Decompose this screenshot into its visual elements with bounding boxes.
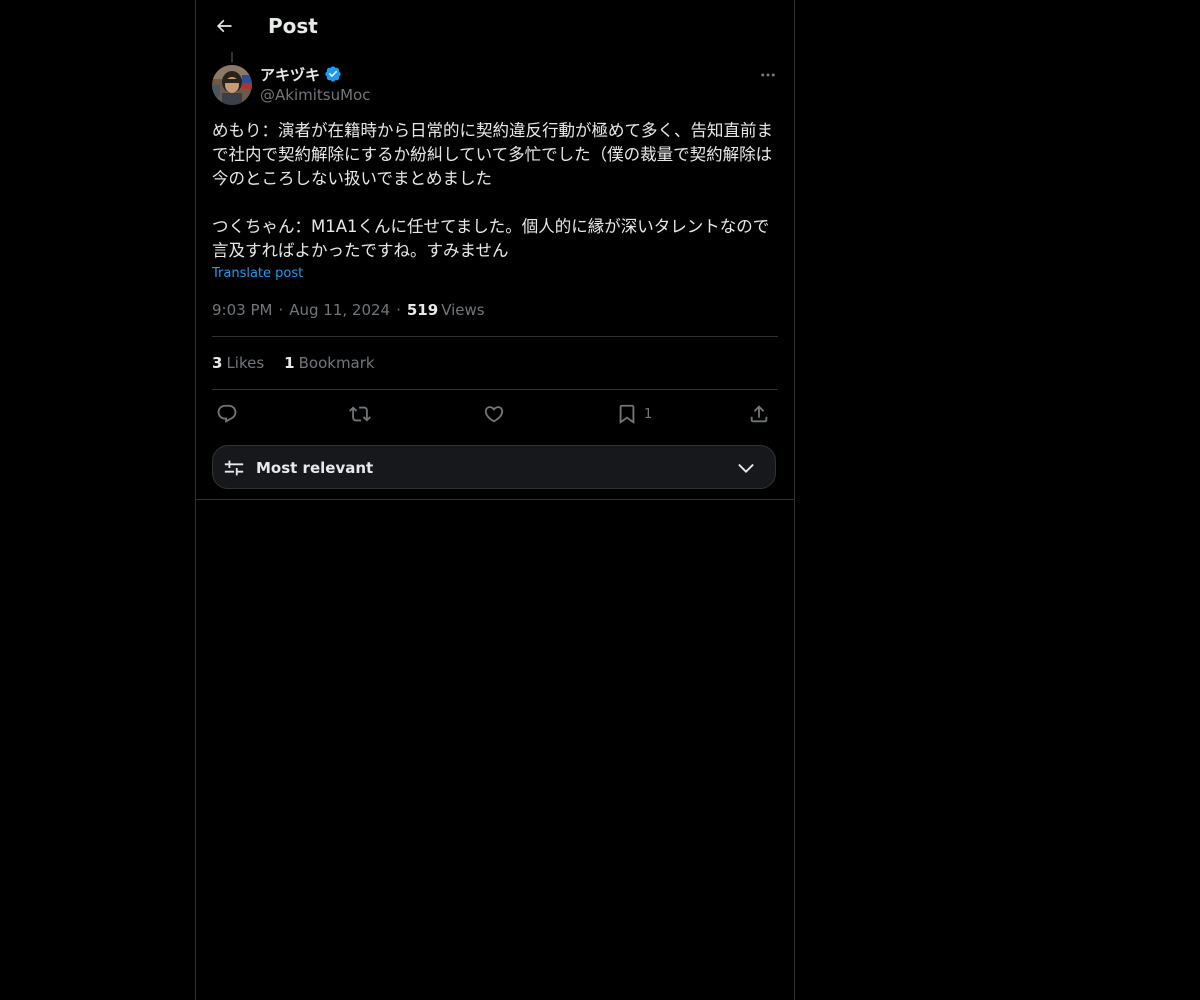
translate-post-link[interactable]: Translate post — [212, 266, 303, 281]
bookmarks-label: Bookmark — [298, 354, 375, 372]
likes-label: Likes — [226, 354, 265, 372]
engagement-stats: 3 Likes 1 Bookmark — [212, 353, 395, 373]
bookmark-count: 1 — [644, 406, 653, 422]
verified-badge-icon[interactable] — [324, 65, 342, 83]
sliders-icon — [224, 460, 244, 476]
post-detail-column: Post アキヅキ @AkimitsuMoc めもり：演者が在籍時から日常的に契… — [195, 0, 795, 1000]
repost-icon — [349, 406, 371, 422]
meta-separator: · — [278, 301, 284, 319]
bookmarks-stat[interactable]: 1 Bookmark — [284, 353, 374, 373]
section-divider — [196, 499, 794, 500]
arrow-left-icon — [216, 19, 232, 33]
back-button[interactable] — [208, 10, 240, 42]
share-icon — [750, 405, 768, 423]
heart-icon — [484, 406, 504, 423]
post-time[interactable]: 9:03 PM — [212, 300, 272, 320]
page-header: Post — [196, 0, 794, 53]
more-horizontal-icon — [761, 73, 775, 77]
bookmark-icon — [619, 404, 635, 425]
page-title: Post — [268, 14, 318, 38]
bookmarks-count: 1 — [284, 354, 295, 372]
more-options-button[interactable] — [756, 63, 780, 87]
views-count: 519 — [406, 301, 439, 319]
repost-button[interactable] — [349, 400, 371, 428]
bookmark-button[interactable]: 1 — [616, 400, 652, 428]
author-display-name[interactable]: アキヅキ — [260, 64, 320, 85]
post-meta: 9:03 PM · Aug 11, 2024 · 519 Views — [212, 300, 485, 320]
action-bar: 1 — [212, 400, 778, 428]
meta-separator: · — [396, 301, 401, 319]
reply-sort-dropdown[interactable]: Most relevant — [212, 445, 776, 489]
views-label: Views — [441, 301, 485, 319]
sort-label: Most relevant — [256, 459, 374, 477]
share-button[interactable] — [748, 400, 770, 428]
avatar[interactable] — [212, 65, 252, 105]
post-date[interactable]: Aug 11, 2024 — [289, 300, 390, 320]
likes-stat[interactable]: 3 Likes — [212, 353, 264, 373]
chevron-down-icon — [738, 463, 754, 473]
like-button[interactable] — [483, 400, 505, 428]
likes-count: 3 — [212, 354, 223, 372]
thread-connector-line — [231, 52, 233, 62]
reply-icon — [217, 404, 237, 423]
author-name-row: アキヅキ — [260, 64, 342, 84]
post-text: めもり：演者が在籍時から日常的に契約違反行動が極めて多く、告知直前まで社内で契約… — [212, 121, 773, 260]
divider — [212, 336, 778, 337]
author-handle[interactable]: @AkimitsuMoc — [260, 86, 370, 104]
divider — [212, 389, 778, 390]
reply-button[interactable] — [216, 400, 238, 428]
